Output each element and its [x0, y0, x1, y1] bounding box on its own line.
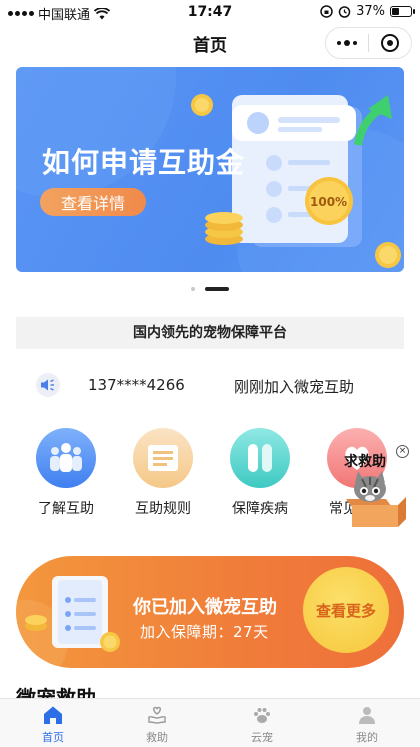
- protection-period: 加入保障期：27天: [140, 623, 269, 641]
- user-icon: [356, 704, 378, 726]
- section-heading: 微宠救助: [16, 686, 96, 698]
- banner-carousel[interactable]: 如何申请互助金 查看详情 100%: [16, 67, 404, 272]
- tab-home[interactable]: 首页: [23, 704, 83, 745]
- more-options-button[interactable]: [326, 28, 368, 58]
- view-details-button[interactable]: 查看详情: [40, 188, 146, 216]
- close-mini-program-button[interactable]: [369, 28, 411, 58]
- menu-item-learn[interactable]: 了解互助: [31, 428, 101, 518]
- home-icon: [42, 704, 64, 726]
- hand-heart-icon: [146, 704, 168, 726]
- target-icon: [381, 34, 399, 52]
- tab-label: 首页: [42, 731, 64, 744]
- tab-bar: 首页 救助 云宠 我的: [0, 698, 420, 747]
- battery-percent: 37%: [356, 4, 385, 19]
- menu-label: 互助规则: [135, 501, 191, 517]
- help-floating-widget[interactable]: × 求救助: [340, 443, 412, 529]
- tab-label: 云宠: [251, 731, 273, 744]
- view-more-button[interactable]: 查看更多: [303, 567, 389, 653]
- menu-item-diseases[interactable]: 保障疾病: [225, 428, 295, 518]
- lock-rotation-icon: [320, 5, 333, 18]
- tab-cloud-pet[interactable]: 云宠: [232, 704, 292, 745]
- capsule-icon: [230, 428, 290, 488]
- join-ticker: 137****4266 刚刚加入微宠互助: [36, 372, 396, 398]
- ticker-phone: 137****4266: [88, 376, 185, 394]
- people-icon: [36, 428, 96, 488]
- nav-bar: 首页: [0, 24, 420, 60]
- tab-rescue[interactable]: 救助: [127, 704, 187, 745]
- carousel-indicator: [0, 286, 420, 292]
- speaker-icon: [36, 373, 60, 397]
- tab-mine[interactable]: 我的: [337, 704, 397, 745]
- member-card-title: 你已加入微宠互助: [133, 597, 277, 618]
- status-right: 37%: [320, 4, 415, 19]
- status-bar: 中国联通 17:47 37%: [0, 0, 420, 24]
- indicator-dot: [191, 287, 195, 291]
- paw-icon: [251, 704, 273, 726]
- banner-title: 如何申请互助金: [42, 146, 246, 179]
- mini-program-capsule: [325, 27, 412, 59]
- ticker-message: 刚刚加入微宠互助: [234, 378, 355, 396]
- close-helper-button[interactable]: ×: [396, 445, 409, 458]
- banner-percent-badge: 100%: [310, 195, 348, 209]
- tab-label: 救助: [146, 731, 168, 744]
- platform-slogan: 国内领先的宠物保障平台: [16, 317, 404, 349]
- member-card[interactable]: 你已加入微宠互助 加入保障期：27天 查看更多: [16, 556, 404, 668]
- alarm-icon: [338, 6, 351, 18]
- document-icon: [133, 428, 193, 488]
- menu-label: 了解互助: [38, 501, 94, 517]
- policy-document-icon: [16, 576, 120, 668]
- helper-label: 求救助: [344, 454, 386, 470]
- tab-label: 我的: [356, 731, 378, 744]
- menu-item-rules[interactable]: 互助规则: [128, 428, 198, 518]
- indicator-active: [205, 287, 229, 291]
- menu-label: 保障疾病: [232, 501, 288, 517]
- battery-icon: [390, 6, 415, 17]
